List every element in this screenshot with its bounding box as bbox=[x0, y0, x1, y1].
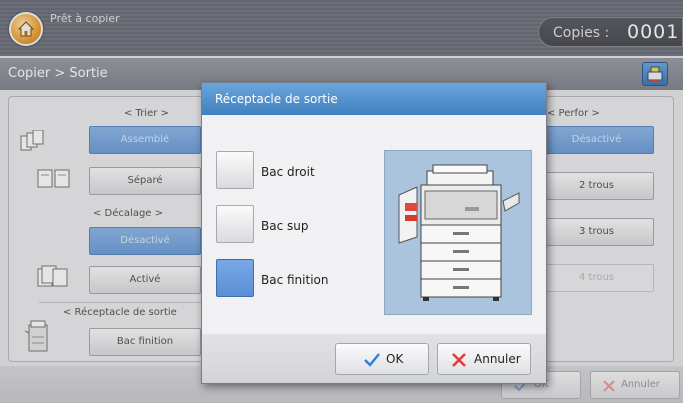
bac-sup-checkbox[interactable] bbox=[216, 205, 254, 243]
check-icon bbox=[364, 353, 380, 367]
dialog-footer: OK Annuler bbox=[202, 334, 546, 383]
bac-finition-label: Bac finition bbox=[261, 273, 329, 287]
printer-illustration bbox=[384, 150, 532, 315]
dialog-cancel-button[interactable]: Annuler bbox=[437, 343, 531, 375]
copier-screen: Prêt à copier Copies : 0001 Copier > Sor… bbox=[0, 0, 683, 403]
close-icon bbox=[452, 353, 466, 367]
bac-finition-checkbox[interactable] bbox=[216, 259, 254, 297]
receptacle-dialog: Réceptacle de sortie Bac droit Bac sup B… bbox=[201, 82, 547, 384]
dialog-title: Réceptacle de sortie bbox=[215, 92, 338, 106]
bac-droit-label: Bac droit bbox=[261, 165, 315, 179]
dialog-ok-button[interactable]: OK bbox=[335, 343, 429, 375]
bac-sup-label: Bac sup bbox=[261, 219, 309, 233]
printer-icon bbox=[398, 164, 520, 301]
dialog-cancel-label: Annuler bbox=[474, 352, 521, 366]
dialog-ok-label: OK bbox=[386, 352, 404, 366]
dialog-title-bar: Réceptacle de sortie bbox=[202, 83, 546, 115]
bac-droit-checkbox[interactable] bbox=[216, 151, 254, 189]
